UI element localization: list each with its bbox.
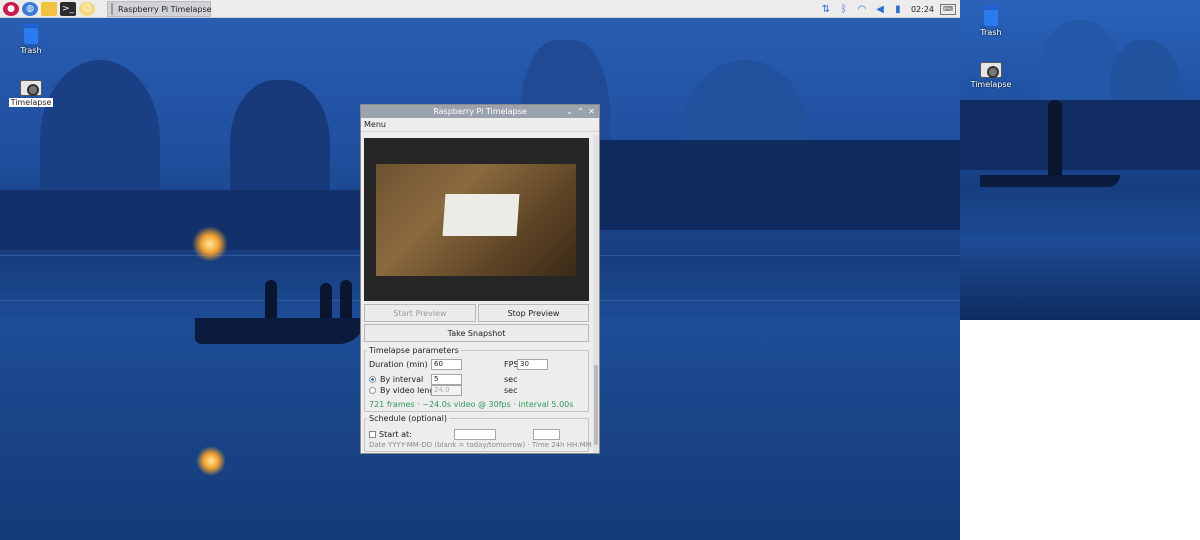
radio-unselected-icon[interactable] bbox=[369, 387, 376, 394]
desktop-icon-label: Timelapse bbox=[970, 80, 1012, 89]
system-tray: ⇅ ᛒ ◠ ◀ ▮ 02:24 ⌨ bbox=[819, 0, 960, 18]
camera-icon bbox=[980, 62, 1002, 78]
desktop-timelapse[interactable]: Timelapse bbox=[966, 62, 1016, 89]
clock[interactable]: 02:24 bbox=[911, 5, 934, 14]
desktop-icon-label: Trash bbox=[20, 46, 42, 55]
treeline bbox=[960, 100, 1200, 170]
start-preview-button[interactable]: Start Preview bbox=[364, 304, 476, 322]
desktop-timelapse[interactable]: Timelapse bbox=[6, 80, 56, 107]
summary-video: ~24.0s video @ 30fps bbox=[422, 400, 511, 409]
window-title: Raspberry Pi Timelapse bbox=[433, 107, 527, 116]
interval-unit: sec bbox=[504, 375, 518, 384]
second-screen-background: Trash Timelapse bbox=[960, 0, 1200, 320]
taskbar-window-button[interactable]: Raspberry Pi Timelapse bbox=[107, 1, 212, 17]
camera-icon bbox=[20, 80, 42, 96]
maximize-icon[interactable]: ⌃ bbox=[575, 107, 586, 116]
geany-icon[interactable]: ☺ bbox=[79, 1, 95, 16]
boat bbox=[980, 175, 1120, 187]
duration-label: Duration (min) bbox=[369, 360, 428, 369]
schedule-time-input[interactable] bbox=[533, 429, 560, 440]
scrollbar-thumb[interactable] bbox=[594, 365, 598, 445]
preview-paper bbox=[442, 194, 520, 236]
network-transfer-icon[interactable]: ⇅ bbox=[819, 2, 833, 16]
lantern-reflection bbox=[196, 446, 226, 476]
desktop-trash[interactable]: Trash bbox=[966, 6, 1016, 37]
desktop-icon-label: Timelapse bbox=[8, 98, 54, 107]
desktop-icon-label: Trash bbox=[980, 28, 1002, 37]
window-scrollbar[interactable] bbox=[593, 135, 599, 453]
taskbar: ● ◍ >_ ☺ Raspberry Pi Timelapse ⇅ ᛒ ◠ ◀ … bbox=[0, 0, 960, 18]
window-titlebar[interactable]: Raspberry Pi Timelapse ⌄ ⌃ ✕ bbox=[361, 105, 599, 118]
wifi-icon[interactable]: ◠ bbox=[855, 2, 869, 16]
taskbar-window-title: Raspberry Pi Timelapse bbox=[118, 4, 212, 14]
summary-frames: 721 frames bbox=[369, 400, 415, 409]
fisherman bbox=[1048, 100, 1062, 175]
microphone-icon[interactable]: ▮ bbox=[891, 2, 905, 16]
summary-separator: · bbox=[417, 400, 420, 409]
video-length-unit: sec bbox=[504, 386, 518, 395]
camera-preview bbox=[364, 138, 589, 301]
bluetooth-icon[interactable]: ᛒ bbox=[837, 2, 851, 16]
menu-button[interactable]: Menu bbox=[364, 120, 386, 129]
cormorant bbox=[265, 280, 277, 318]
start-at-label: Start at: bbox=[379, 430, 412, 439]
by-interval-option[interactable]: By interval bbox=[369, 375, 423, 384]
duration-input[interactable]: 60 bbox=[431, 359, 462, 370]
radio-selected-icon[interactable] bbox=[369, 376, 376, 383]
trash-icon bbox=[982, 6, 1000, 26]
take-snapshot-button[interactable]: Take Snapshot bbox=[364, 324, 589, 342]
browser-icon[interactable]: ◍ bbox=[22, 1, 38, 16]
timelapse-window: Raspberry Pi Timelapse ⌄ ⌃ ✕ Menu Start … bbox=[360, 104, 600, 454]
trash-icon bbox=[22, 24, 40, 44]
desktop-trash[interactable]: Trash bbox=[6, 24, 56, 55]
fps-input[interactable]: 30 bbox=[517, 359, 548, 370]
lantern-glow bbox=[192, 226, 228, 262]
window-icon bbox=[111, 3, 113, 15]
volume-icon[interactable]: ◀ bbox=[873, 2, 887, 16]
menubar: Menu bbox=[361, 118, 599, 132]
schedule-hint: Date YYYY-MM-DD (blank = today/tomorrow)… bbox=[369, 441, 592, 449]
raspberry-menu-icon[interactable]: ● bbox=[3, 1, 19, 16]
start-at-option[interactable]: Start at: bbox=[369, 430, 412, 439]
schedule-date-input[interactable] bbox=[454, 429, 496, 440]
summary-separator: · bbox=[513, 400, 516, 409]
cormorant bbox=[340, 280, 352, 318]
by-interval-label: By interval bbox=[380, 375, 424, 384]
schedule-legend: Schedule (optional) bbox=[369, 414, 447, 423]
summary-interval: interval 5.00s bbox=[518, 400, 574, 409]
video-length-input[interactable]: 24.0 bbox=[431, 385, 462, 396]
minimize-icon[interactable]: ⌄ bbox=[564, 107, 575, 116]
boat bbox=[195, 318, 365, 344]
terminal-icon[interactable]: >_ bbox=[60, 1, 76, 16]
preview-image bbox=[376, 164, 576, 276]
interval-input[interactable]: 5 bbox=[431, 374, 462, 385]
checkbox-icon[interactable] bbox=[369, 431, 376, 438]
keyboard-icon[interactable]: ⌨ bbox=[940, 3, 956, 15]
close-icon[interactable]: ✕ bbox=[586, 107, 597, 116]
timelapse-summary: 721 frames · ~24.0s video @ 30fps · inte… bbox=[369, 400, 573, 409]
window-content: Start Preview Stop Preview Take Snapshot… bbox=[363, 135, 593, 453]
timelapse-parameters-legend: Timelapse parameters bbox=[369, 346, 459, 355]
cormorant bbox=[320, 283, 332, 318]
folder-icon[interactable] bbox=[41, 1, 57, 16]
stop-preview-button[interactable]: Stop Preview bbox=[478, 304, 589, 322]
treeline bbox=[600, 140, 960, 230]
